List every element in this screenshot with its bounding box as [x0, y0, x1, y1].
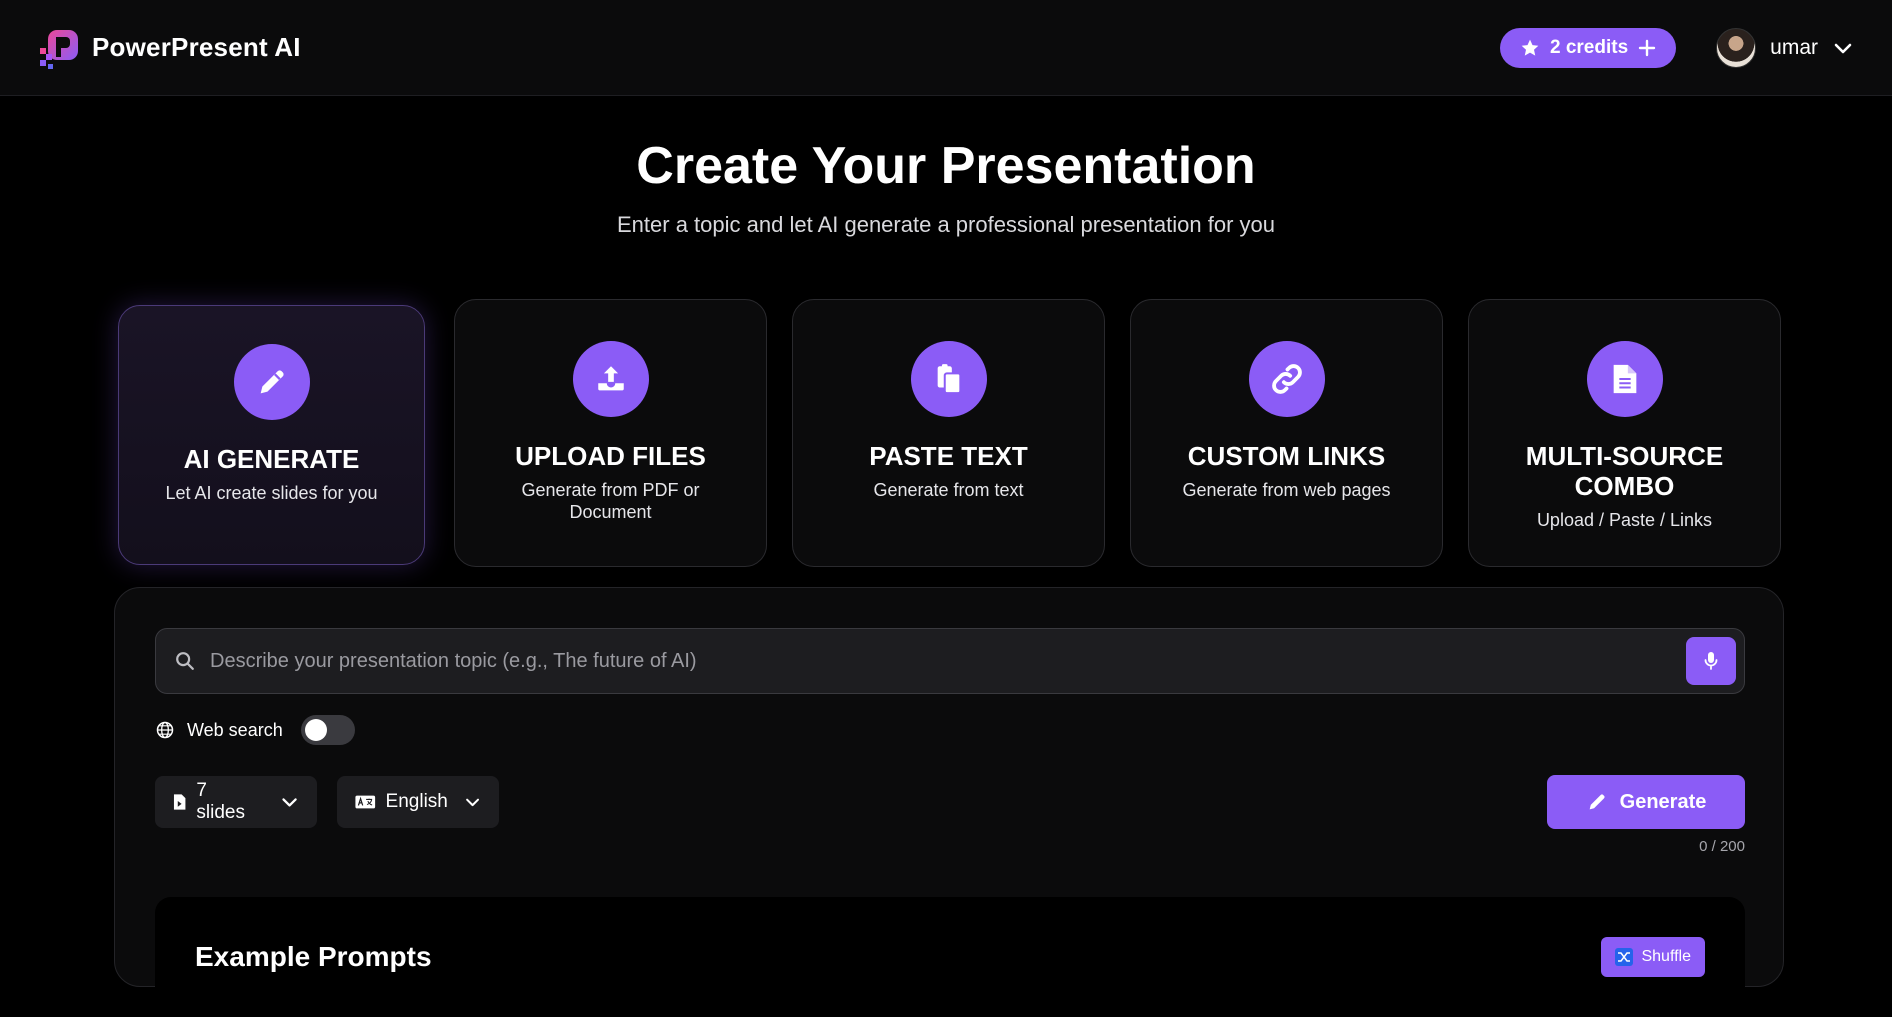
- paste-icon: [910, 341, 987, 417]
- chevron-down-icon: [282, 798, 297, 807]
- example-prompts-title: Example Prompts: [195, 941, 432, 972]
- upload-icon: [572, 341, 649, 417]
- shuffle-label: Shuffle: [1641, 948, 1691, 965]
- mode-desc: Generate from web pages: [1182, 480, 1391, 500]
- web-search-label: Web search: [187, 719, 283, 740]
- link-icon: [1248, 341, 1325, 417]
- slides-count-label: 7 slides: [196, 780, 245, 823]
- mode-desc: Generate from text: [873, 480, 1024, 500]
- star-icon: [1521, 39, 1539, 56]
- generate-panel: Web search 7 slides English Generate 0 /…: [114, 587, 1784, 1017]
- shuffle-icon: [1615, 948, 1634, 966]
- mode-desc: Upload / Paste / Links: [1536, 510, 1713, 530]
- mode-desc: Let AI create slides for you: [165, 483, 378, 503]
- mode-card-custom-links[interactable]: CUSTOM LINKS Generate from web pages: [1130, 299, 1443, 567]
- mode-card-ai-generate[interactable]: AI GENERATE Let AI create slides for you: [118, 305, 425, 565]
- translate-icon: [355, 795, 376, 809]
- page-title: Create Your Presentation: [636, 137, 1256, 195]
- document-icon: [1586, 341, 1663, 417]
- top-navbar: PowerPresent AI 2 credits umar: [0, 0, 1892, 96]
- credits-label: 2 credits: [1549, 36, 1629, 58]
- topic-search-box: [155, 628, 1745, 694]
- web-search-toggle[interactable]: [300, 715, 355, 745]
- mode-title: MULTI-SOURCE COMBO: [1525, 441, 1724, 501]
- app-logo-icon: [40, 29, 78, 69]
- mode-title: AI GENERATE: [183, 444, 360, 474]
- character-counter: 0 / 200: [1699, 838, 1745, 855]
- app-name: PowerPresent AI: [92, 32, 301, 62]
- globe-icon: [156, 721, 174, 739]
- username: umar: [1770, 35, 1818, 59]
- generate-button[interactable]: Generate: [1547, 775, 1745, 829]
- pencil-icon: [1589, 794, 1605, 810]
- example-prompts-section: Example Prompts Shuffle: [155, 897, 1745, 1017]
- pencil-icon: [233, 344, 310, 420]
- mode-title: CUSTOM LINKS: [1187, 441, 1386, 471]
- topic-input[interactable]: [196, 629, 1686, 693]
- slides-count-select[interactable]: 7 slides: [155, 776, 317, 828]
- mode-card-upload-files[interactable]: UPLOAD FILES Generate from PDF or Docume…: [454, 299, 767, 567]
- page-subtitle: Enter a topic and let AI generate a prof…: [617, 212, 1275, 237]
- mode-title: PASTE TEXT: [869, 441, 1028, 471]
- mode-title: UPLOAD FILES: [515, 441, 706, 471]
- microphone-button[interactable]: [1686, 637, 1736, 685]
- plus-icon: [1638, 39, 1656, 56]
- search-icon: [176, 652, 194, 670]
- microphone-icon: [1704, 652, 1718, 670]
- mode-card-paste-text[interactable]: PASTE TEXT Generate from text: [792, 299, 1105, 567]
- web-search-row: Web search: [155, 715, 355, 745]
- brand[interactable]: PowerPresent AI: [38, 26, 301, 70]
- mode-cards: AI GENERATE Let AI create slides for you…: [118, 299, 1782, 567]
- chevron-down-icon: [1834, 43, 1852, 53]
- chevron-down-icon: [465, 798, 479, 807]
- mode-desc: Generate from PDF or Document: [521, 480, 700, 522]
- avatar: [1716, 27, 1757, 68]
- user-menu[interactable]: umar: [1716, 27, 1854, 68]
- mode-card-multi-source[interactable]: MULTI-SOURCE COMBO Upload / Paste / Link…: [1468, 299, 1781, 567]
- credits-button[interactable]: 2 credits: [1499, 27, 1677, 68]
- language-select[interactable]: English: [337, 776, 499, 828]
- language-label: English: [385, 791, 448, 812]
- shuffle-button[interactable]: Shuffle: [1601, 937, 1705, 977]
- toggle-knob: [304, 719, 327, 741]
- generate-label: Generate: [1619, 790, 1707, 813]
- slides-file-icon: [173, 794, 186, 810]
